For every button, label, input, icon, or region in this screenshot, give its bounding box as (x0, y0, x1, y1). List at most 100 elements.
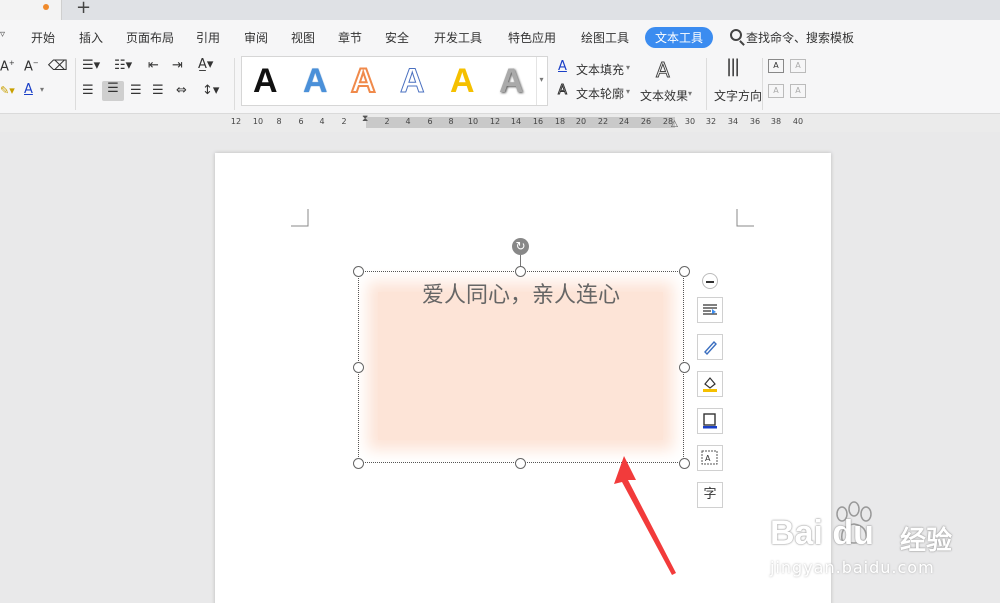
menu-home[interactable]: 开始 (31, 29, 55, 46)
align-center-icon[interactable]: ☰ (102, 81, 124, 101)
new-tab-button[interactable]: + (76, 0, 91, 18)
text-outline-button[interactable]: 文本轮廓 (576, 85, 624, 102)
numbered-list-icon[interactable]: ☷▾ (114, 58, 132, 73)
style-orange-outline-icon[interactable]: A (350, 61, 377, 101)
style-gold-icon[interactable]: A (450, 62, 475, 101)
ruler-tick-label: 30 (684, 117, 696, 126)
bullet-list-icon[interactable]: ☰▾ (82, 58, 100, 73)
text-box-content[interactable]: 爱人同心，亲人连心 (358, 277, 684, 309)
menu-text-tools[interactable]: 文本工具 (645, 27, 714, 48)
annotation-arrow-icon (614, 456, 676, 575)
horizontal-ruler[interactable]: ⧗ △ 12 10 8 6 4 2 2 4 6 8 10 12 14 16 18 20 22 24 26 28 30 32… (0, 114, 1000, 132)
tab-strip: + (0, 0, 1000, 20)
font-color-icon[interactable]: A (24, 82, 33, 97)
resize-handle-n[interactable] (515, 266, 526, 277)
text-fill-icon[interactable]: A (558, 59, 567, 74)
menu-chapter[interactable]: 章节 (338, 29, 362, 46)
resize-handle-ne[interactable] (679, 266, 690, 277)
text-effect-dropdown-icon[interactable]: ▾ (688, 89, 692, 98)
align-right-icon[interactable]: ☰ (130, 83, 142, 98)
text-effect-button[interactable]: 文本效果 (640, 87, 688, 104)
baidu-logo: Bai du (770, 514, 874, 552)
menu-drawing-tools[interactable]: 绘图工具 (581, 29, 629, 46)
text-fill-dropdown-icon[interactable]: ▾ (626, 63, 630, 72)
collapse-toolbar-button[interactable] (702, 273, 718, 289)
ruler-tick-label: 26 (640, 117, 652, 126)
resize-handle-w[interactable] (353, 362, 364, 373)
fill-icon (703, 377, 717, 392)
justify-icon[interactable]: ☰ (152, 83, 164, 98)
border-style-button[interactable] (697, 408, 723, 434)
layout-options-button[interactable] (697, 297, 723, 323)
distribute-icon[interactable]: ⇔ (176, 83, 187, 98)
rotate-handle-icon[interactable]: ↻ (512, 238, 529, 255)
resize-handle-e[interactable] (679, 362, 690, 373)
menu-page-layout[interactable]: 页面布局 (126, 29, 174, 46)
ruler-tick-label: 12 (489, 117, 501, 126)
align-left-icon[interactable]: ☰ (82, 83, 94, 98)
menu-special[interactable]: 特色应用 (508, 29, 556, 46)
menu-developer[interactable]: 开发工具 (434, 29, 482, 46)
textbox-align-middle-icon[interactable]: A (790, 59, 806, 73)
svg-text:A: A (705, 454, 711, 463)
font-options-button[interactable]: 字 (697, 482, 723, 508)
ruler-tick-label: 4 (405, 117, 411, 126)
font-grow-icon[interactable]: A+ (0, 59, 15, 74)
menu-review[interactable]: 审阅 (244, 29, 268, 46)
fill-color-button[interactable] (697, 371, 723, 397)
search-icon[interactable] (730, 29, 742, 41)
menu-references[interactable]: 引用 (196, 29, 220, 46)
collapse-chevron-icon[interactable]: ▿ (0, 29, 5, 40)
gallery-more-icon[interactable]: ▾ (536, 57, 546, 105)
ribbon-toolbar: A+ A− ⌫ ✎▾ A ▾ ☰▾ ☷▾ ⇤ ⇥ A̲▾ ☰ ☰ ☰ ☰ ⇔ ↕… (0, 54, 1000, 114)
style-blue-outline-icon[interactable]: A (400, 62, 426, 101)
text-outline-dropdown-icon[interactable]: ▾ (626, 87, 630, 96)
ruler-tick-label: 2 (384, 117, 390, 126)
text-effect-icon[interactable]: A (656, 58, 671, 83)
resize-handle-s[interactable] (515, 458, 526, 469)
char-spacing-icon[interactable]: A̲▾ (198, 57, 213, 72)
ruler-tick-label: 10 (467, 117, 479, 126)
pen-style-button[interactable] (697, 334, 723, 360)
text-fill-button[interactable]: 文本填充 (576, 61, 624, 78)
text-style-gallery[interactable]: A A A A A A ▾ (241, 56, 548, 106)
layout-icon (703, 304, 717, 315)
menu-bar: ▿ 开始 插入 页面布局 引用 审阅 视图 章节 安全 开发工具 特色应用 绘图… (0, 20, 1000, 54)
margin-corner-top-left (291, 209, 309, 227)
clear-format-icon[interactable]: ⌫ (48, 58, 68, 74)
ruler-tick-label: 4 (319, 117, 325, 126)
textbox-options-button[interactable]: A (697, 445, 723, 471)
ruler-tick-label: 32 (705, 117, 717, 126)
document-tab[interactable] (0, 0, 62, 20)
text-direction-icon[interactable]: ||| (726, 56, 740, 77)
indent-marker-icon[interactable]: ⧗ (362, 114, 368, 124)
ribbon-separator (706, 58, 707, 110)
text-outline-icon[interactable]: A (558, 83, 568, 99)
textbox-align-top-icon[interactable]: A (768, 59, 784, 73)
textbox-unlink-icon[interactable]: A (790, 84, 806, 98)
font-color-dropdown-icon[interactable]: ▾ (40, 85, 44, 94)
search-command[interactable]: 查找命令、搜索模板 (746, 29, 854, 46)
ruler-tick-label: 6 (298, 117, 304, 126)
line-spacing-icon[interactable]: ↕▾ (202, 83, 219, 98)
menu-security[interactable]: 安全 (385, 29, 409, 46)
font-shrink-icon[interactable]: A− (24, 59, 39, 74)
highlight-icon[interactable]: ✎▾ (0, 84, 15, 97)
ruler-tick-label: 18 (554, 117, 566, 126)
style-black-icon[interactable]: A (253, 62, 278, 101)
ribbon-separator (762, 58, 763, 110)
ruler-tick-label: 20 (575, 117, 587, 126)
unsaved-dot-icon (43, 4, 49, 10)
style-blue-icon[interactable]: A (303, 62, 328, 101)
text-direction-button[interactable]: 文字方向 (714, 87, 762, 104)
menu-insert[interactable]: 插入 (79, 29, 103, 46)
ruler-tick-label: 34 (727, 117, 739, 126)
resize-handle-sw[interactable] (353, 458, 364, 469)
increase-indent-icon[interactable]: ⇥ (172, 58, 183, 73)
style-gray-icon[interactable]: A (499, 62, 524, 101)
decrease-indent-icon[interactable]: ⇤ (148, 58, 159, 73)
resize-handle-nw[interactable] (353, 266, 364, 277)
menu-view[interactable]: 视图 (291, 29, 315, 46)
textbox-link-icon[interactable]: A (768, 84, 784, 98)
ruler-tick-label: 6 (427, 117, 433, 126)
